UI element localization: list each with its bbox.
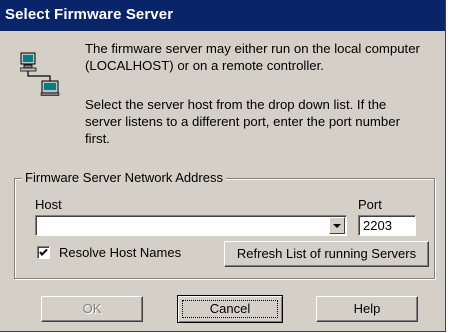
refresh-servers-button[interactable]: Refresh List of running Servers xyxy=(224,241,429,267)
ok-button[interactable]: OK xyxy=(41,296,143,322)
host-label: Host xyxy=(35,197,62,212)
select-firmware-server-dialog: Select Firmware Server The firmware serv… xyxy=(0,0,446,332)
info-text-select-host: Select the server host from the drop dow… xyxy=(85,97,400,146)
help-label: Help xyxy=(353,301,381,316)
checkmark-icon xyxy=(39,248,48,256)
host-combobox[interactable] xyxy=(35,215,347,236)
resolve-host-names-label[interactable]: Resolve Host Names xyxy=(59,245,181,260)
info-text-server-location: The firmware server may either run on th… xyxy=(85,41,420,73)
chevron-down-icon[interactable] xyxy=(329,217,345,234)
cancel-button[interactable]: Cancel xyxy=(177,295,283,323)
resolve-host-names-checkbox[interactable] xyxy=(37,246,50,259)
focus-rectangle xyxy=(182,300,278,318)
refresh-servers-label: Refresh List of running Servers xyxy=(236,246,417,261)
help-button[interactable]: Help xyxy=(316,296,418,322)
port-label: Port xyxy=(358,197,382,212)
network-computers-icon xyxy=(20,52,60,96)
ok-label: OK xyxy=(82,301,102,316)
port-value: 2203 xyxy=(363,218,392,233)
port-input[interactable]: 2203 xyxy=(358,215,416,236)
title-bar[interactable]: Select Firmware Server xyxy=(0,0,445,31)
groupbox-legend: Firmware Server Network Address xyxy=(22,170,226,185)
dialog-title: Select Firmware Server xyxy=(5,6,174,23)
